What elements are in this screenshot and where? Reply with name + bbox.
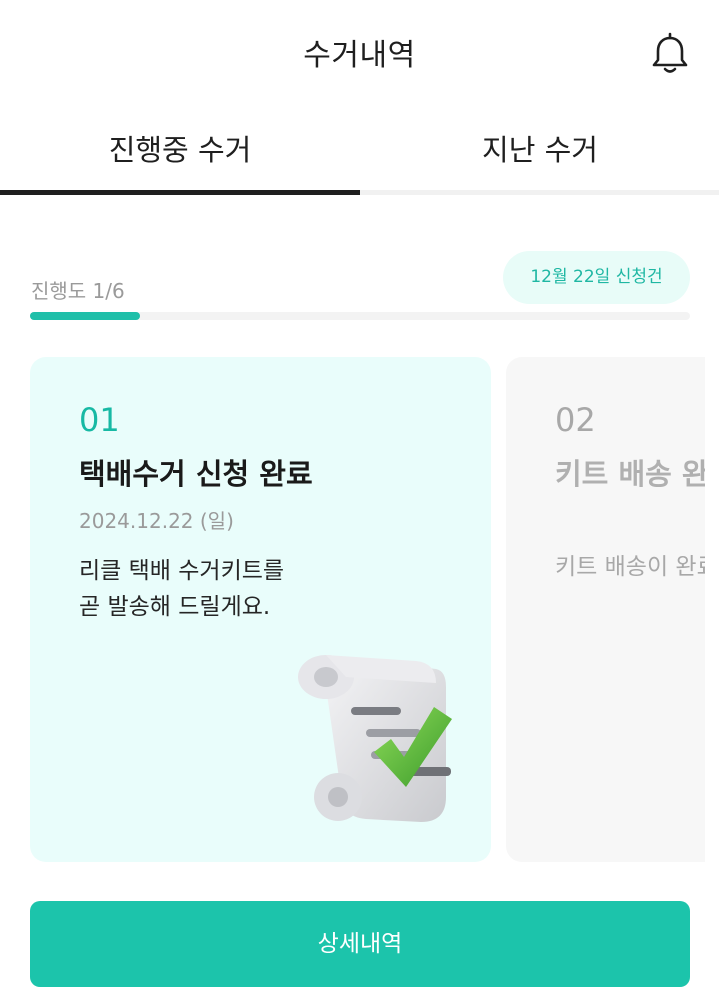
step-card-2[interactable]: 02 키트 배송 완 키트 배송이 완료 [506,357,705,862]
receipt-check-icon [286,647,466,837]
step-number: 02 [555,401,596,439]
step-title: 택배수거 신청 완료 [79,457,313,491]
detail-button[interactable]: 상세내역 [30,901,690,987]
step-number: 01 [79,401,120,439]
step-title: 키트 배송 완 [555,457,705,491]
step-description: 리클 택배 수거키트를 곧 발송해 드릴게요. [79,558,285,620]
step-card-1[interactable]: 01 택배수거 신청 완료 2024.12.22 (일) 리클 택배 수거키트를… [30,357,491,862]
step-description: 키트 배송이 완료 [555,554,705,580]
card-carousel[interactable]: 01 택배수거 신청 완료 2024.12.22 (일) 리클 택배 수거키트를… [0,0,705,995]
step-date: 2024.12.22 (일) [79,509,234,533]
